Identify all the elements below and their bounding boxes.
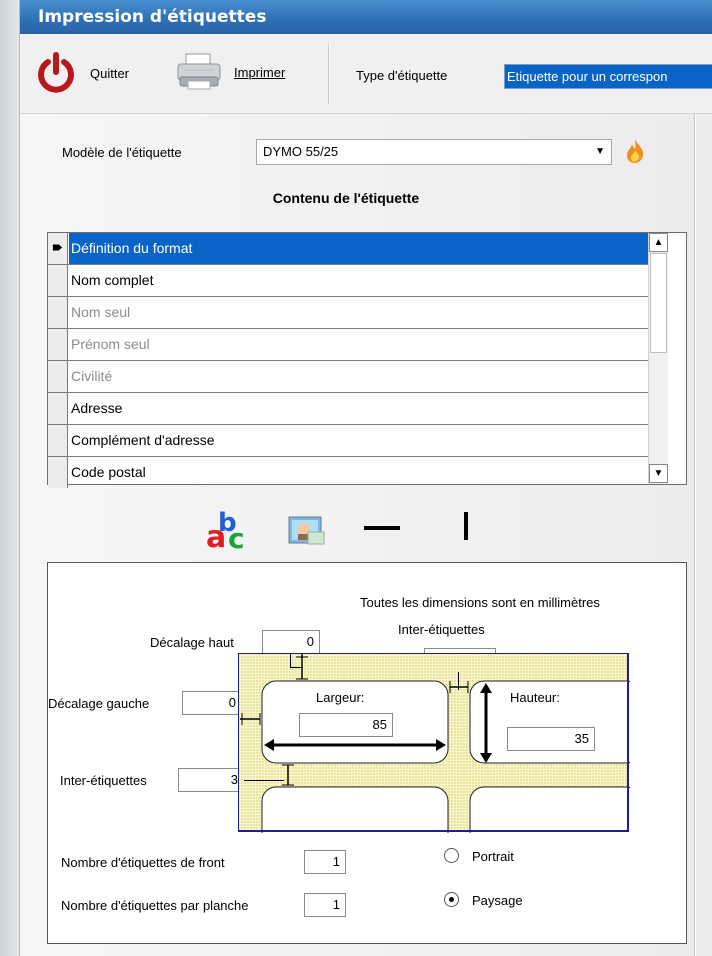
top-offset-label: Décalage haut [150,635,234,650]
list-item[interactable]: Complément d'adresse [48,425,648,457]
list-item-label: Complément d'adresse [71,432,215,448]
list-item-label: Prénom seul [71,336,150,352]
power-icon [38,52,74,93]
toolbar-separator [328,44,330,104]
list-item-label: Définition du format [69,233,648,264]
content-toolbar: a b c [20,504,672,555]
list-item-label: Civilité [71,368,113,384]
list-item[interactable]: Nom complet [48,265,648,297]
text-tool-icon[interactable]: a b c [204,508,248,555]
row-selector[interactable] [48,393,68,424]
inter-left-connector [244,780,284,781]
label-printing-window: Impression d'étiquettes Quitter Imprimer… [0,0,712,956]
portrait-radio[interactable] [444,848,459,863]
content-title: Contenu de l'étiquette [272,190,420,206]
front-count-label: Nombre d'étiquettes de front [61,855,225,870]
print-button[interactable]: Imprimer [176,52,285,92]
model-value: DYMO 55/25 [263,144,339,159]
inter-labels-left-input[interactable]: 3 [178,768,244,792]
portrait-label: Portrait [472,849,514,864]
top-offset-connector [290,654,303,668]
row-selector[interactable] [48,457,68,488]
grid-right-margin [668,233,686,484]
content-grid[interactable]: 🠶 Définition du format Nom complet Nom s… [47,232,687,488]
chevron-down-icon: ▼ [595,146,605,157]
horizontal-line-tool-icon[interactable] [364,526,400,530]
left-offset-label: Décalage gauche [48,696,150,711]
sheet-count-input[interactable]: 1 [304,893,346,917]
list-item[interactable]: Adresse [48,393,648,425]
model-label: Modèle de l'étiquette [62,145,182,160]
front-count-input[interactable]: 1 [304,850,346,874]
window-left-strip [0,0,20,956]
landscape-label: Paysage [472,893,523,908]
fire-icon[interactable] [624,138,646,164]
label-type-label: Type d'étiquette [356,68,448,83]
list-item-label: Nom complet [71,272,154,288]
printer-icon [177,53,221,90]
row-selector[interactable] [48,329,68,360]
list-item-label: Code postal [71,464,146,480]
sheet-count-label: Nombre d'étiquettes par planche [61,898,249,913]
toolbar: Quitter Imprimer Type d'étiquette Etique… [20,34,712,114]
list-item[interactable]: Code postal [48,457,648,489]
list-item-label: Adresse [71,400,123,416]
dimensions-note: Toutes les dimensions sont en millimètre… [360,595,600,610]
list-item[interactable]: Prénom seul [48,329,648,361]
quit-label: Quitter [90,65,130,81]
row-selector[interactable] [48,297,68,328]
width-label: Largeur: [316,690,365,705]
label-type-select[interactable]: Etiquette pour un correspon [504,64,712,89]
left-offset-input[interactable]: 0 [182,691,242,715]
list-item[interactable]: Nom seul [48,297,648,329]
list-item-label: Nom seul [71,304,131,320]
top-offset-input[interactable]: 0 [262,630,320,654]
inter-top-connector [458,672,459,690]
row-selector[interactable] [48,425,68,456]
text-tool-letter-c: c [228,522,245,555]
scroll-thumb[interactable] [650,253,667,353]
landscape-radio[interactable] [444,892,459,907]
inter-labels-left-label: Inter-étiquettes [60,773,147,788]
vertical-line-tool-icon[interactable] [464,512,468,540]
panel-divider [694,114,696,956]
quit-button[interactable]: Quitter [36,52,129,94]
inter-labels-top-label: Inter-étiquettes [398,622,485,637]
main-panel: Modèle de l'étiquette DYMO 55/25 ▼ Conte… [20,114,712,956]
scroll-down-icon[interactable]: ▼ [649,464,668,483]
scroll-up-icon[interactable]: ▲ [649,233,668,252]
list-item[interactable]: Civilité [48,361,648,393]
dimensions-panel: Toutes les dimensions sont en millimètre… [47,562,687,944]
current-row-marker: 🠶 [48,233,68,264]
image-tool-icon[interactable] [286,512,328,548]
window-title: Impression d'étiquettes [20,0,712,34]
print-label: Imprimer [234,64,286,80]
model-select[interactable]: DYMO 55/25 ▼ [256,139,612,165]
row-selector[interactable] [48,361,68,392]
width-input[interactable]: 85 [299,713,393,737]
row-selector[interactable] [48,265,68,296]
height-input[interactable]: 35 [507,727,595,751]
list-item[interactable]: 🠶 Définition du format [48,233,648,265]
vertical-scrollbar[interactable]: ▲ ▼ [648,233,668,484]
height-label: Hauteur: [510,690,560,705]
